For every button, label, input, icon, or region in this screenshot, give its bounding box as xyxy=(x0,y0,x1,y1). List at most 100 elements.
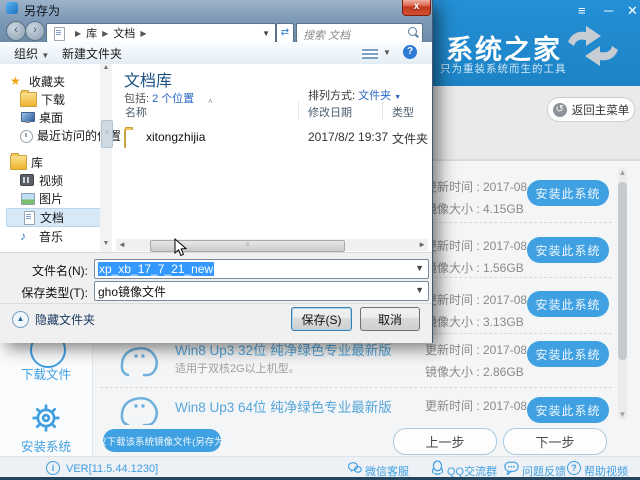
info-icon: i xyxy=(46,461,60,475)
views-icon[interactable] xyxy=(362,49,378,59)
install-system-button[interactable]: 安装此系统 xyxy=(527,341,609,367)
app-statusbar: i VER[11.5.44.1230] 微信客服 QQ交流群 问题反馈 ? 帮助… xyxy=(0,456,640,478)
nav-label: 视频 xyxy=(39,172,63,189)
filetype-combobox[interactable]: gho镜像文件 ▼ xyxy=(94,281,429,301)
sort-caret-icon: ˄ xyxy=(208,97,213,106)
install-system-button[interactable]: 安装此系统 xyxy=(527,291,609,317)
refresh-button[interactable]: ⇄ xyxy=(276,23,294,43)
organize-menu[interactable]: 组织 ▼ xyxy=(14,45,49,62)
nav-item-pictures[interactable]: 图片 xyxy=(20,190,63,207)
filename-value[interactable]: xp_xb_17_7_21_new xyxy=(98,262,214,276)
scroll-left-icon[interactable]: ◄ xyxy=(118,239,126,251)
nav-item-downloads[interactable]: 下载 xyxy=(20,91,65,108)
scroll-up-icon[interactable]: ▲ xyxy=(618,168,627,178)
save-button[interactable]: 保存(S) xyxy=(291,307,352,331)
filetype-label: 保存类型(T): xyxy=(6,284,88,301)
dialog-toolbar: 组织 ▼ 新建文件夹 ▼ ? xyxy=(0,42,432,65)
app-minimize-button[interactable]: ─ xyxy=(604,4,613,17)
combo-caret-icon[interactable]: ▼ xyxy=(415,263,424,273)
nav-item-favorites[interactable]: ★ 收藏夹 xyxy=(10,73,65,90)
nav-label: 收藏夹 xyxy=(29,73,65,90)
locations-link[interactable]: 2 个位置 xyxy=(152,93,194,105)
organize-caret-icon: ▼ xyxy=(41,51,49,60)
nav-item-libraries[interactable]: 库 xyxy=(10,154,43,171)
nav-label: 下载 xyxy=(41,91,65,108)
nav-label: 桌面 xyxy=(39,109,63,126)
column-header-date[interactable]: 修改日期 xyxy=(308,104,352,120)
libraries-folder-icon xyxy=(10,155,27,170)
nav-item-desktop[interactable]: 桌面 xyxy=(20,109,63,126)
cancel-button[interactable]: 取消 xyxy=(360,307,420,331)
combo-caret-icon[interactable]: ▼ xyxy=(415,285,424,295)
nav-label: 文档 xyxy=(40,209,64,226)
nav-item-music[interactable]: ♪音乐 xyxy=(20,228,63,245)
row-image-size: 镜像大小 : 3.13GB xyxy=(425,313,524,330)
forward-button[interactable]: › xyxy=(25,21,45,41)
nav-scrollbar-thumb[interactable]: ≡ xyxy=(101,120,113,148)
arrange-caret-icon: ▼ xyxy=(394,94,401,101)
app-menu-icon[interactable]: ≡ xyxy=(578,4,586,17)
app-scrollbar-thumb[interactable] xyxy=(618,182,627,360)
system-row: Win8 Up3 64位 纯净绿色专业最新版 更新时间 : 2017-08-01… xyxy=(92,387,615,425)
scroll-down-icon[interactable]: ▼ xyxy=(100,240,112,247)
file-name[interactable]: xitongzhijia xyxy=(146,130,205,144)
screen: 系统之家 只为重装系统而生的工具 ≡ ─ ✕ ↺ 返回主菜单 下载文件 安装系统… xyxy=(0,0,640,480)
list-hscrollbar[interactable]: ◄ ≡ ► xyxy=(116,239,428,251)
hide-folders-button[interactable]: ▲ 隐藏文件夹 xyxy=(12,311,95,328)
scroll-up-icon[interactable]: ▲ xyxy=(100,64,112,71)
breadcrumb-arrow-icon: ▶ xyxy=(70,29,86,38)
breadcrumb-arrow-icon: ▶ xyxy=(97,29,113,38)
breadcrumb-libraries[interactable]: 库 xyxy=(86,25,97,41)
column-separator[interactable] xyxy=(382,102,383,119)
install-system-button[interactable]: 安装此系统 xyxy=(527,237,609,263)
new-folder-button[interactable]: 新建文件夹 xyxy=(62,45,122,62)
views-caret-icon[interactable]: ▼ xyxy=(383,48,391,57)
install-system-button[interactable]: 安装此系统 xyxy=(527,180,609,206)
app-tagline: 只为重装系统而生的工具 xyxy=(440,61,567,76)
app-scrollbar[interactable]: ▲ ▼ xyxy=(618,168,627,420)
dialog-close-button[interactable]: x xyxy=(402,0,431,16)
column-header-name[interactable]: 名称 xyxy=(125,104,147,120)
file-row[interactable]: xitongzhijia 2017/8/2 19:37 文件夹 xyxy=(116,126,428,146)
app-close-button[interactable]: ✕ xyxy=(627,4,638,17)
search-placeholder: 搜索 文档 xyxy=(303,27,350,43)
scroll-down-icon[interactable]: ▼ xyxy=(618,410,627,420)
version-label: VER[11.5.44.1230] xyxy=(66,463,158,475)
sidebar-item-install[interactable]: 安装系统 xyxy=(0,436,92,455)
gear-icon xyxy=(28,400,64,436)
breadcrumb-documents[interactable]: 文档 xyxy=(113,25,135,41)
back-button[interactable]: ‹ xyxy=(6,21,26,41)
address-bar[interactable]: ▶ 库 ▶ 文档 ▶ ▼ xyxy=(46,23,276,43)
column-header-type[interactable]: 类型 xyxy=(392,104,414,120)
prev-step-button[interactable]: 上一步 xyxy=(393,428,497,455)
nav-scrollbar[interactable]: ▲ ≡ ▼ xyxy=(100,64,112,252)
scroll-right-icon[interactable]: ► xyxy=(418,239,426,251)
address-dropdown-icon[interactable]: ▼ xyxy=(262,29,270,38)
arrange-by-control[interactable]: 排列方式: 文件夹 ▼ xyxy=(308,87,401,103)
next-step-button[interactable]: 下一步 xyxy=(503,428,607,455)
file-date: 2017/8/2 19:37 xyxy=(308,130,388,144)
help-icon[interactable]: ? xyxy=(403,45,417,59)
install-system-button[interactable]: 安装此系统 xyxy=(527,397,609,423)
arrange-value[interactable]: 文件夹 xyxy=(358,90,391,102)
star-icon: ★ xyxy=(10,75,25,88)
back-to-main-menu-label: 返回主菜单 xyxy=(572,102,630,118)
folder-icon xyxy=(124,129,126,148)
file-type: 文件夹 xyxy=(392,130,428,147)
downloads-folder-icon xyxy=(20,92,37,107)
nav-label: 图片 xyxy=(39,190,63,207)
sidebar-item-download[interactable]: 下载文件 xyxy=(0,364,92,383)
column-separator[interactable] xyxy=(298,102,299,119)
nav-item-videos[interactable]: 视频 xyxy=(20,172,63,189)
download-only-button[interactable]: 仅下载该系统镜像文件(另存为) xyxy=(103,429,221,452)
library-title: 文档库 xyxy=(124,67,172,91)
nav-item-documents[interactable]: 文档 xyxy=(6,208,112,227)
row-image-size: 镜像大小 : 1.56GB xyxy=(425,259,524,276)
search-box[interactable]: 搜索 文档 xyxy=(296,23,423,43)
dialog-body: ★收藏夹 下载 桌面 最近访问的位置 库 视频 图片 文档 ♪音乐 xyxy=(0,64,432,252)
back-to-main-menu-button[interactable]: ↺ 返回主菜单 xyxy=(547,97,635,122)
system-title[interactable]: Win8 Up3 64位 纯净绿色专业最新版 xyxy=(175,396,392,416)
arrange-label: 排列方式: xyxy=(308,90,355,102)
logo-arrow-icon xyxy=(564,26,622,66)
filename-combobox[interactable]: xp_xb_17_7_21_new ▼ xyxy=(94,259,429,279)
